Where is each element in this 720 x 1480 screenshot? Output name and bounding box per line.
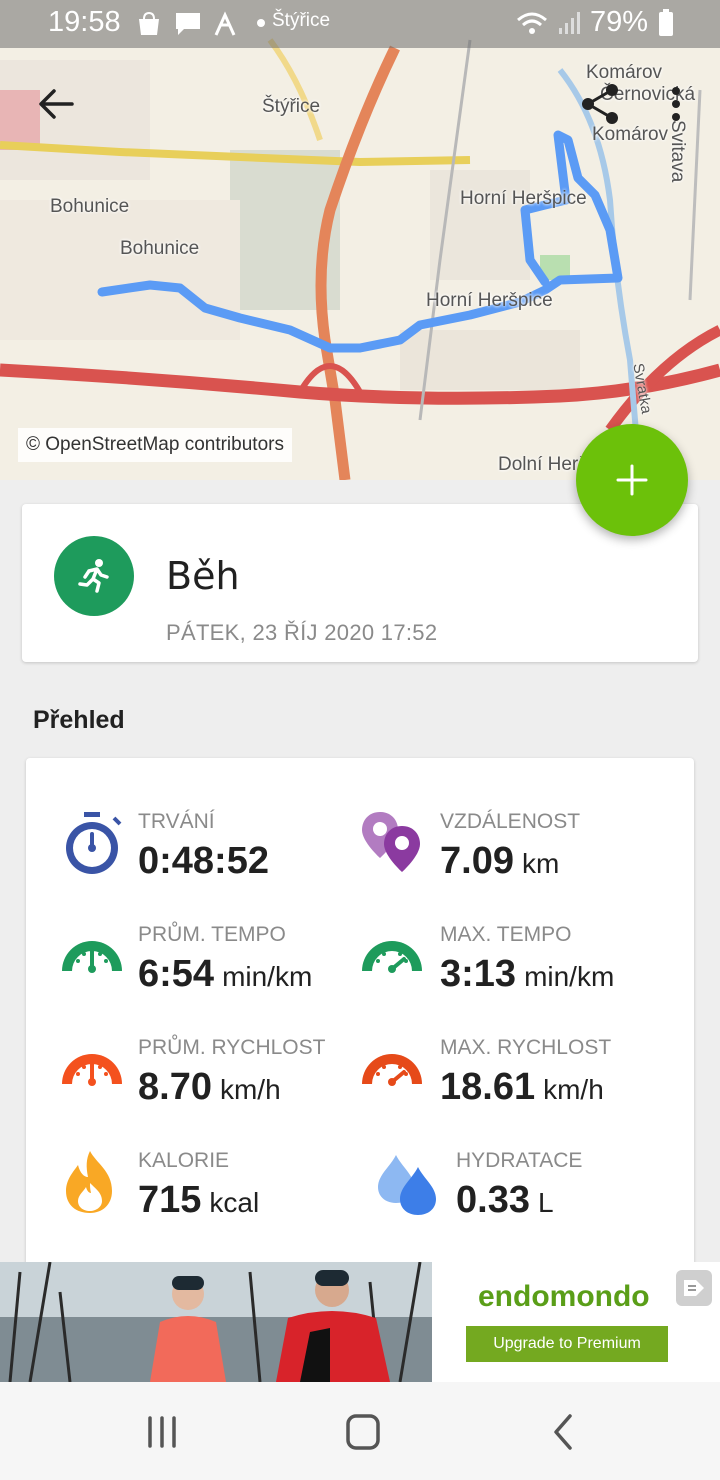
- ad-panel: endomondo Upgrade to Premium: [432, 1262, 720, 1382]
- stat-label: VZDÁLENOST: [440, 810, 581, 833]
- flame-icon: [66, 1151, 112, 1213]
- wifi-icon: [516, 12, 547, 34]
- upgrade-premium-button[interactable]: Upgrade to Premium: [466, 1326, 668, 1362]
- ad-close-icon[interactable]: [676, 1270, 712, 1306]
- system-navigation-bar: [0, 1382, 720, 1480]
- signal-icon: [558, 11, 580, 34]
- more-button[interactable]: [648, 76, 704, 132]
- stat-max-pace: MAX. TEMPO 3:13 min/km: [360, 923, 670, 1003]
- stat-unit: min/km: [222, 961, 313, 992]
- stat-value: 3:13: [440, 953, 517, 995]
- status-right: 79%: [516, 6, 674, 39]
- stat-value: 18.61: [440, 1066, 536, 1108]
- stat-value: 0:48:52: [138, 840, 269, 882]
- stat-unit: km/h: [543, 1074, 604, 1105]
- stat-duration: TRVÁNÍ 0:48:52: [60, 810, 350, 890]
- battery-icon: [659, 8, 673, 36]
- stat-value: 715: [138, 1179, 202, 1221]
- stat-unit: kcal: [209, 1187, 260, 1218]
- recent-apps-button[interactable]: [138, 1410, 186, 1454]
- stat-label: MAX. RYCHLOST: [440, 1036, 612, 1059]
- max-speed-gauge-icon: [362, 1054, 422, 1086]
- stat-max-speed: MAX. RYCHLOST 18.61 km/h: [360, 1036, 670, 1116]
- stat-distance: VZDÁLENOST 7.09 km: [360, 810, 670, 890]
- stat-label: PRŮM. TEMPO: [138, 923, 286, 946]
- ad-photo: [0, 1262, 432, 1382]
- max-pace-gauge-icon: [362, 941, 422, 973]
- location-pins-icon: [362, 812, 420, 872]
- stat-avg-speed: PRŮM. RYCHLOST 8.70 km/h: [60, 1036, 360, 1116]
- ad-banner[interactable]: endomondo Upgrade to Premium: [0, 1262, 720, 1382]
- pace-gauge-icon: [62, 941, 122, 973]
- stat-unit: L: [537, 1187, 554, 1218]
- map-attribution[interactable]: © OpenStreetMap contributors: [18, 428, 292, 462]
- map-label: Štýřice: [262, 96, 321, 117]
- stat-value: 0.33: [456, 1179, 530, 1221]
- strava-icon: [214, 11, 236, 36]
- status-notification-text: Štýřice: [272, 10, 331, 31]
- plus-icon: [616, 464, 648, 496]
- stats-card: TRVÁNÍ 0:48:52 VZDÁLENOST 7.09 km PRŮM. T…: [26, 758, 694, 1268]
- shopping-bag-icon: [139, 11, 159, 35]
- ad-brand-logo: endomondo: [478, 1280, 650, 1313]
- activity-date: PÁTEK, 23 ŘÍJ 2020 17:52: [166, 620, 438, 645]
- map-label: Bohunice: [120, 238, 200, 259]
- water-drops-icon: [378, 1155, 436, 1215]
- status-time: 19:58: [48, 6, 121, 38]
- back-nav-button[interactable]: [542, 1410, 586, 1454]
- sport-name: Běh: [166, 554, 240, 598]
- stat-label: MAX. TEMPO: [440, 923, 572, 946]
- status-bar: 19:58 Štýřice 79%: [0, 0, 720, 48]
- stat-value: 7.09: [440, 840, 514, 882]
- stopwatch-icon: [66, 812, 122, 874]
- stat-avg-pace: PRŮM. TEMPO 6:54 min/km: [60, 923, 350, 1003]
- stat-label: PRŮM. RYCHLOST: [138, 1036, 326, 1059]
- speed-gauge-icon: [62, 1054, 122, 1086]
- stat-hydration: HYDRATACE 0.33 L: [376, 1149, 676, 1229]
- map-label: Horní Heršpice: [460, 188, 587, 209]
- chat-icon: [176, 13, 200, 35]
- arrow-back-icon: [39, 89, 74, 119]
- add-button[interactable]: [576, 424, 688, 536]
- stat-calories: KALORIE 715 kcal: [60, 1149, 350, 1229]
- share-icon: [582, 84, 618, 124]
- back-button[interactable]: [28, 76, 84, 132]
- map-label: Bohunice: [50, 196, 130, 217]
- recent-apps-icon: [148, 1416, 176, 1448]
- share-button[interactable]: [572, 76, 628, 132]
- overview-title: Přehled: [33, 706, 125, 734]
- stat-label: HYDRATACE: [456, 1149, 583, 1172]
- stat-value: 6:54: [138, 953, 215, 995]
- stat-unit: min/km: [524, 961, 615, 992]
- map-label: Horní Heršpice: [426, 290, 553, 311]
- route-map[interactable]: Štýřice Komárov Černovická Komárov Bohun…: [0, 0, 720, 480]
- dot-icon: [257, 19, 265, 27]
- stat-label: KALORIE: [138, 1149, 230, 1172]
- more-vertical-icon: [672, 87, 680, 121]
- battery-percent: 79%: [589, 6, 648, 38]
- ad-choices-icon: [684, 1280, 704, 1296]
- stat-label: TRVÁNÍ: [138, 810, 215, 833]
- home-button[interactable]: [338, 1408, 388, 1456]
- stat-value: 8.70: [138, 1066, 212, 1108]
- back-nav-icon: [554, 1414, 572, 1450]
- stat-unit: km: [521, 848, 560, 879]
- sport-avatar: [54, 536, 134, 616]
- activity-card[interactable]: Běh PÁTEK, 23 ŘÍJ 2020 17:52: [22, 504, 698, 662]
- stat-unit: km/h: [219, 1074, 281, 1105]
- home-icon: [346, 1414, 380, 1450]
- running-icon: [78, 559, 109, 593]
